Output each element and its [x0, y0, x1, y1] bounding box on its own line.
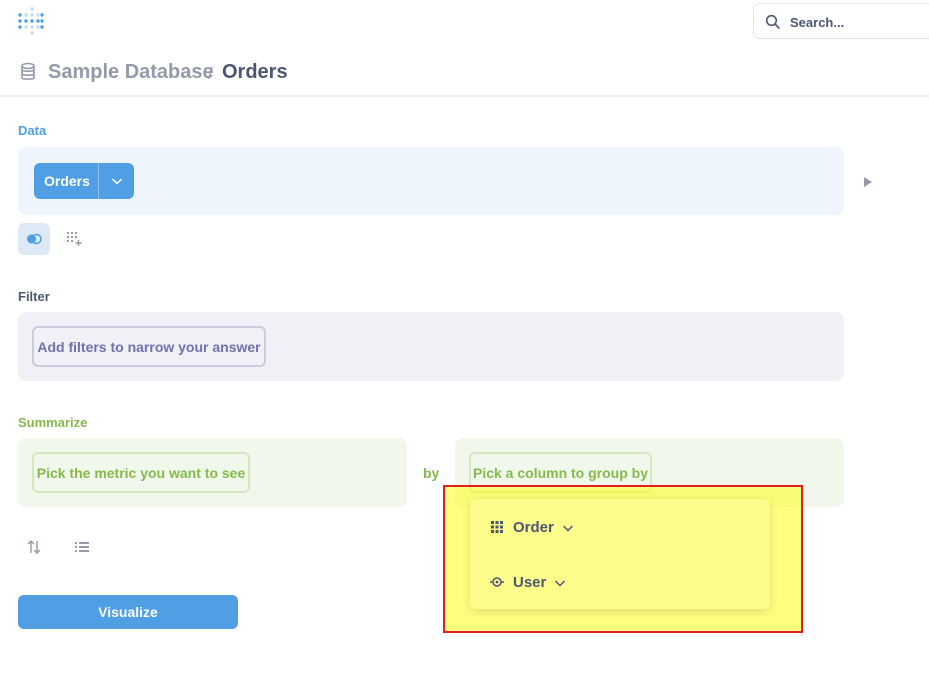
- join-icon: [27, 233, 42, 245]
- list-item-label: User: [513, 573, 547, 591]
- custom-column-icon[interactable]: [66, 231, 82, 247]
- breadcrumb: Sample Database / Orders: [0, 44, 929, 97]
- filter-step: Add filters to narrow your answer: [18, 312, 844, 381]
- by-label: by: [423, 465, 440, 481]
- top-bar: [0, 0, 929, 44]
- database-icon: [19, 62, 37, 82]
- list-item-label: Order: [513, 518, 554, 536]
- data-section-label: Data: [18, 123, 47, 138]
- sort-icon[interactable]: [26, 539, 42, 555]
- connection-icon: [490, 575, 504, 589]
- play-icon[interactable]: [862, 175, 874, 187]
- search-icon: [765, 14, 781, 30]
- list-item-order[interactable]: Order: [490, 515, 574, 539]
- filter-section-label: Filter: [18, 289, 50, 304]
- table-picker[interactable]: Orders: [34, 163, 134, 199]
- group-by-popover: Order User: [470, 499, 770, 609]
- table-grid-icon: [490, 520, 504, 534]
- data-step: Orders: [18, 147, 844, 215]
- visualize-button[interactable]: Visualize: [18, 595, 238, 629]
- search-box[interactable]: [753, 3, 929, 39]
- table-picker-label[interactable]: Orders: [34, 163, 98, 199]
- chevron-down-icon[interactable]: [562, 521, 574, 533]
- chevron-down-icon[interactable]: [554, 576, 566, 588]
- breadcrumb-table[interactable]: Orders: [222, 61, 288, 84]
- breadcrumb-database[interactable]: Sample Database: [48, 61, 214, 84]
- breadcrumb-separator: /: [208, 64, 213, 83]
- add-filter-button[interactable]: Add filters to narrow your answer: [32, 326, 266, 367]
- join-data-button[interactable]: [18, 223, 50, 255]
- search-input[interactable]: [790, 11, 929, 33]
- list-icon[interactable]: [74, 539, 90, 555]
- metric-step: Pick the metric you want to see: [18, 438, 407, 507]
- chevron-down-icon[interactable]: [98, 163, 134, 199]
- list-item-user[interactable]: User: [490, 570, 566, 594]
- pick-metric-button[interactable]: Pick the metric you want to see: [32, 452, 250, 493]
- summarize-section-label: Summarize: [18, 415, 88, 430]
- metabase-logo[interactable]: [18, 6, 44, 36]
